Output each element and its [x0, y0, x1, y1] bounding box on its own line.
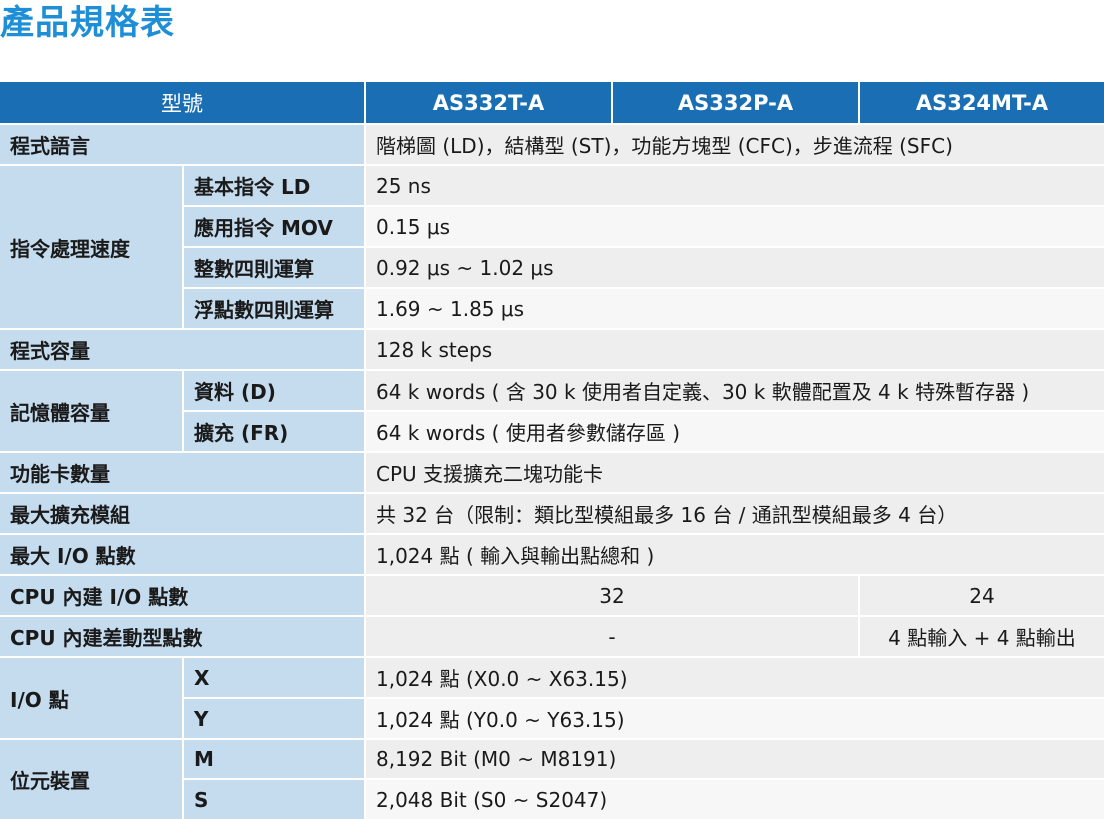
value-cpu-io-ab: 32	[366, 576, 858, 615]
sublabel-float-ops: 浮點數四則運算	[184, 289, 364, 328]
sublabel-bit-m: M	[184, 740, 364, 778]
value-data-d: 64 k words ( 含 30 k 使用者自定義、30 k 軟體配置及 4 …	[366, 371, 1104, 410]
value-io-x: 1,024 點 (X0.0 ~ X63.15)	[366, 658, 1104, 697]
sublabel-bit-s: S	[184, 780, 364, 819]
label-max-io: 最大 I/O 點數	[0, 535, 364, 574]
header-model-as332t: AS332T-A	[366, 82, 611, 123]
value-integer-ops: 0.92 μs ~ 1.02 μs	[366, 248, 1104, 287]
sublabel-io-y: Y	[184, 699, 364, 738]
header-model-as324mt: AS324MT-A	[860, 82, 1104, 123]
label-function-cards: 功能卡數量	[0, 453, 364, 492]
sublabel-app-mov: 應用指令 MOV	[184, 207, 364, 246]
sublabel-io-x: X	[184, 658, 364, 697]
value-float-ops: 1.69 ~ 1.85 μs	[366, 289, 1104, 328]
value-basic-ld: 25 ns	[366, 166, 1104, 205]
value-program-capacity: 128 k steps	[366, 330, 1104, 369]
label-io-points: I/O 點	[0, 658, 182, 738]
sublabel-data-d: 資料 (D)	[184, 371, 364, 410]
value-max-io: 1,024 點 ( 輸入與輸出點總和 )	[366, 535, 1104, 574]
value-app-mov: 0.15 μs	[366, 207, 1104, 246]
label-max-modules: 最大擴充模組	[0, 494, 364, 533]
value-cpu-io-c: 24	[860, 576, 1104, 615]
value-program-language: 階梯圖 (LD)，結構型 (ST)，功能方塊型 (CFC)，步進流程 (SFC)	[366, 125, 1104, 164]
label-cpu-differential: CPU 內建差動型點數	[0, 617, 364, 656]
value-function-cards: CPU 支援擴充二塊功能卡	[366, 453, 1104, 492]
sublabel-extended-fr: 擴充 (FR)	[184, 412, 364, 451]
label-instruction-speed: 指令處理速度	[0, 166, 182, 328]
label-program-capacity: 程式容量	[0, 330, 364, 369]
value-max-modules: 共 32 台（限制：類比型模組最多 16 台 / 通訊型模組最多 4 台）	[366, 494, 1104, 533]
label-program-language: 程式語言	[0, 125, 364, 164]
value-extended-fr: 64 k words ( 使用者參數儲存區 )	[366, 412, 1104, 451]
value-bit-m: 8,192 Bit (M0 ~ M8191)	[366, 740, 1104, 778]
sublabel-integer-ops: 整數四則運算	[184, 248, 364, 287]
value-cpu-differential-ab: -	[366, 617, 858, 656]
label-bit-devices: 位元裝置	[0, 740, 182, 819]
value-bit-s: 2,048 Bit (S0 ~ S2047)	[366, 780, 1104, 819]
page-title: 產品規格表	[0, 3, 175, 43]
value-cpu-differential-c: 4 點輸入 + 4 點輸出	[860, 617, 1104, 656]
value-io-y: 1,024 點 (Y0.0 ~ Y63.15)	[366, 699, 1104, 738]
sublabel-basic-ld: 基本指令 LD	[184, 166, 364, 205]
header-model-as332p: AS332P-A	[613, 82, 858, 123]
label-memory-capacity: 記憶體容量	[0, 371, 182, 451]
label-cpu-io: CPU 內建 I/O 點數	[0, 576, 364, 615]
header-model-label: 型號	[0, 82, 364, 123]
